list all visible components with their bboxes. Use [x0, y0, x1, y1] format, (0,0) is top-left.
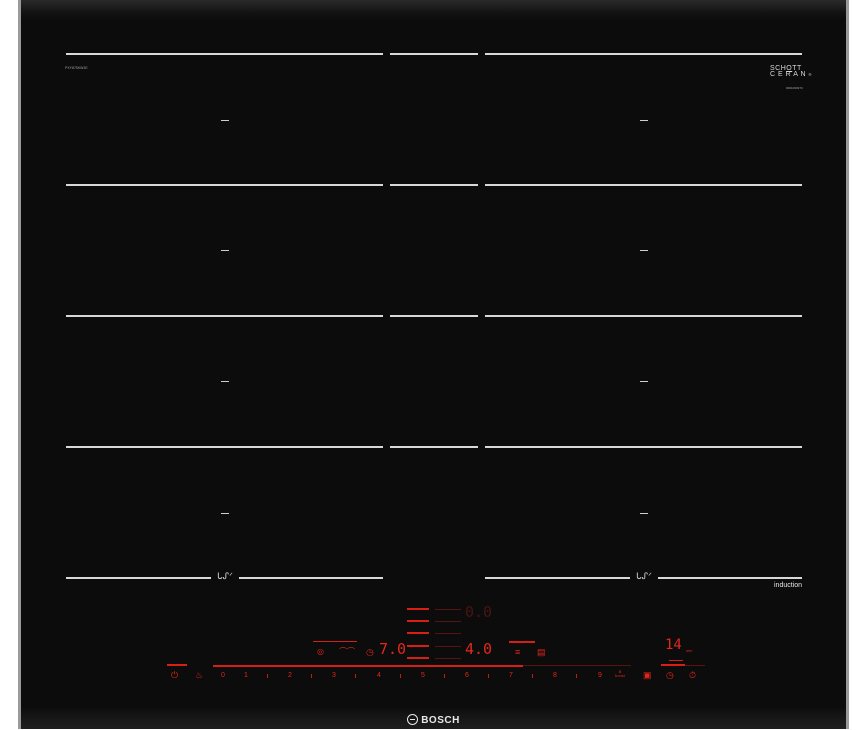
zone-mark-left-2 [221, 250, 229, 251]
zone-mark-left-3 [221, 381, 229, 382]
timer-bar-dim [685, 665, 705, 666]
induction-label: induction [774, 582, 803, 589]
zone-select-bar-5[interactable] [407, 657, 429, 659]
schott-ceran-logo: SCHOTT C E R A N ® [770, 65, 812, 78]
zone-select-bar-2b [435, 621, 461, 622]
power-bar [167, 664, 187, 666]
zone-mark-right-4 [640, 513, 648, 514]
slider-tick [576, 674, 577, 678]
left-function-bar [313, 641, 357, 642]
zone-line-center-4 [390, 446, 478, 448]
timer-bar [661, 664, 685, 666]
timer-indicator-bar [669, 660, 683, 661]
stopwatch-icon[interactable]: ⏱ [689, 670, 696, 680]
sensor-icon[interactable]: ▣ [643, 670, 652, 680]
zone-line-right-1 [485, 53, 802, 55]
model-number: PXY875KW1E [65, 66, 88, 70]
zone-line-center-2 [390, 184, 478, 186]
zone-line-left-4 [66, 446, 383, 448]
power-slider-track[interactable] [213, 665, 523, 667]
pan-icon[interactable]: ◎ [317, 647, 324, 657]
timer-icon[interactable]: ◷ [666, 670, 674, 680]
zone-line-center-1 [390, 53, 478, 55]
zone-select-bar-2[interactable] [407, 620, 429, 622]
zone-select-bar-1b [435, 609, 461, 610]
zone-mark-right-2 [640, 250, 648, 251]
slider-digit-7[interactable]: 7 [506, 672, 516, 679]
slider-tick [355, 674, 356, 678]
zone-line-right-4 [485, 446, 802, 448]
flex-zone-icon-left: ᒐᔑᐟ [217, 571, 233, 581]
power-slider-track-dim [523, 665, 631, 666]
flex-mode-icon[interactable]: ⌒⌒ [339, 647, 355, 657]
slider-digit-2[interactable]: 2 [285, 672, 295, 679]
zone-mark-left-4 [221, 513, 229, 514]
slider-tick [267, 674, 268, 678]
flex-line-right-a [485, 577, 630, 579]
timer-display: 14 [665, 637, 682, 653]
center-display-top: 0.0 [465, 603, 493, 621]
zone-line-right-3 [485, 315, 802, 317]
slider-digit-4[interactable]: 4 [374, 672, 384, 679]
slider-digit-8[interactable]: 8 [550, 672, 560, 679]
flex-line-left-a [66, 577, 211, 579]
zone-line-center-3 [390, 315, 478, 317]
slider-tick [532, 674, 533, 678]
slider-tick [400, 674, 401, 678]
slider-digit-6[interactable]: 6 [462, 672, 472, 679]
slider-digit-9[interactable]: 9 [595, 672, 605, 679]
slider-tick [311, 674, 312, 678]
brand-logo: BOSCH [21, 714, 846, 726]
flex-zone-icon-right: ᒐᔑᐟ [636, 571, 652, 581]
zone-line-left-2 [66, 184, 383, 186]
zone-select-bar-4b [435, 646, 461, 647]
bottom-frame: BOSCH [21, 707, 846, 729]
timer-unit: min [686, 648, 693, 653]
cooktop: PXY875KW1E SCHOTT C E R A N ® 0001000373 … [18, 0, 849, 729]
zone-select-bar-3[interactable] [407, 632, 429, 634]
slider-digit-1[interactable]: 1 [241, 672, 251, 679]
flex-line-right-b [658, 577, 802, 579]
flex-line-left-b [239, 577, 383, 579]
zone-line-left-1 [66, 53, 383, 55]
slider-tick [488, 674, 489, 678]
zone-mark-right-1 [640, 120, 648, 121]
right-function-bar [509, 641, 535, 643]
slider-digit-5[interactable]: 5 [418, 672, 428, 679]
glass-code: 0001000373 [786, 86, 803, 90]
boost-button[interactable]: B boost [615, 670, 625, 678]
slider-digit-3[interactable]: 3 [329, 672, 339, 679]
left-timer-icon[interactable]: ◷ [366, 647, 374, 657]
bosch-logo-icon [407, 714, 419, 725]
power-icon[interactable]: ⏻ [171, 670, 178, 680]
zone-mark-right-3 [640, 381, 648, 382]
grid-icon[interactable]: ▤ [537, 647, 546, 657]
top-frame [21, 0, 846, 20]
zone-select-bar-5b [435, 658, 461, 659]
zone-select-bar-4[interactable] [407, 645, 429, 647]
zone-line-right-2 [485, 184, 802, 186]
child-lock-icon[interactable]: ♨ [195, 670, 203, 680]
zone-select-bar-1[interactable] [407, 608, 429, 610]
menu-icon[interactable]: ≡ [515, 647, 520, 657]
zone-mark-left-1 [221, 120, 229, 121]
zone-line-left-3 [66, 315, 383, 317]
zone-select-bar-3b [435, 633, 461, 634]
slider-tick [444, 674, 445, 678]
center-display-bottom: 4.0 [465, 640, 493, 658]
left-power-display: 7.0 [379, 640, 407, 658]
slider-digit-0[interactable]: 0 [218, 672, 228, 679]
brand-name: BOSCH [421, 715, 460, 726]
